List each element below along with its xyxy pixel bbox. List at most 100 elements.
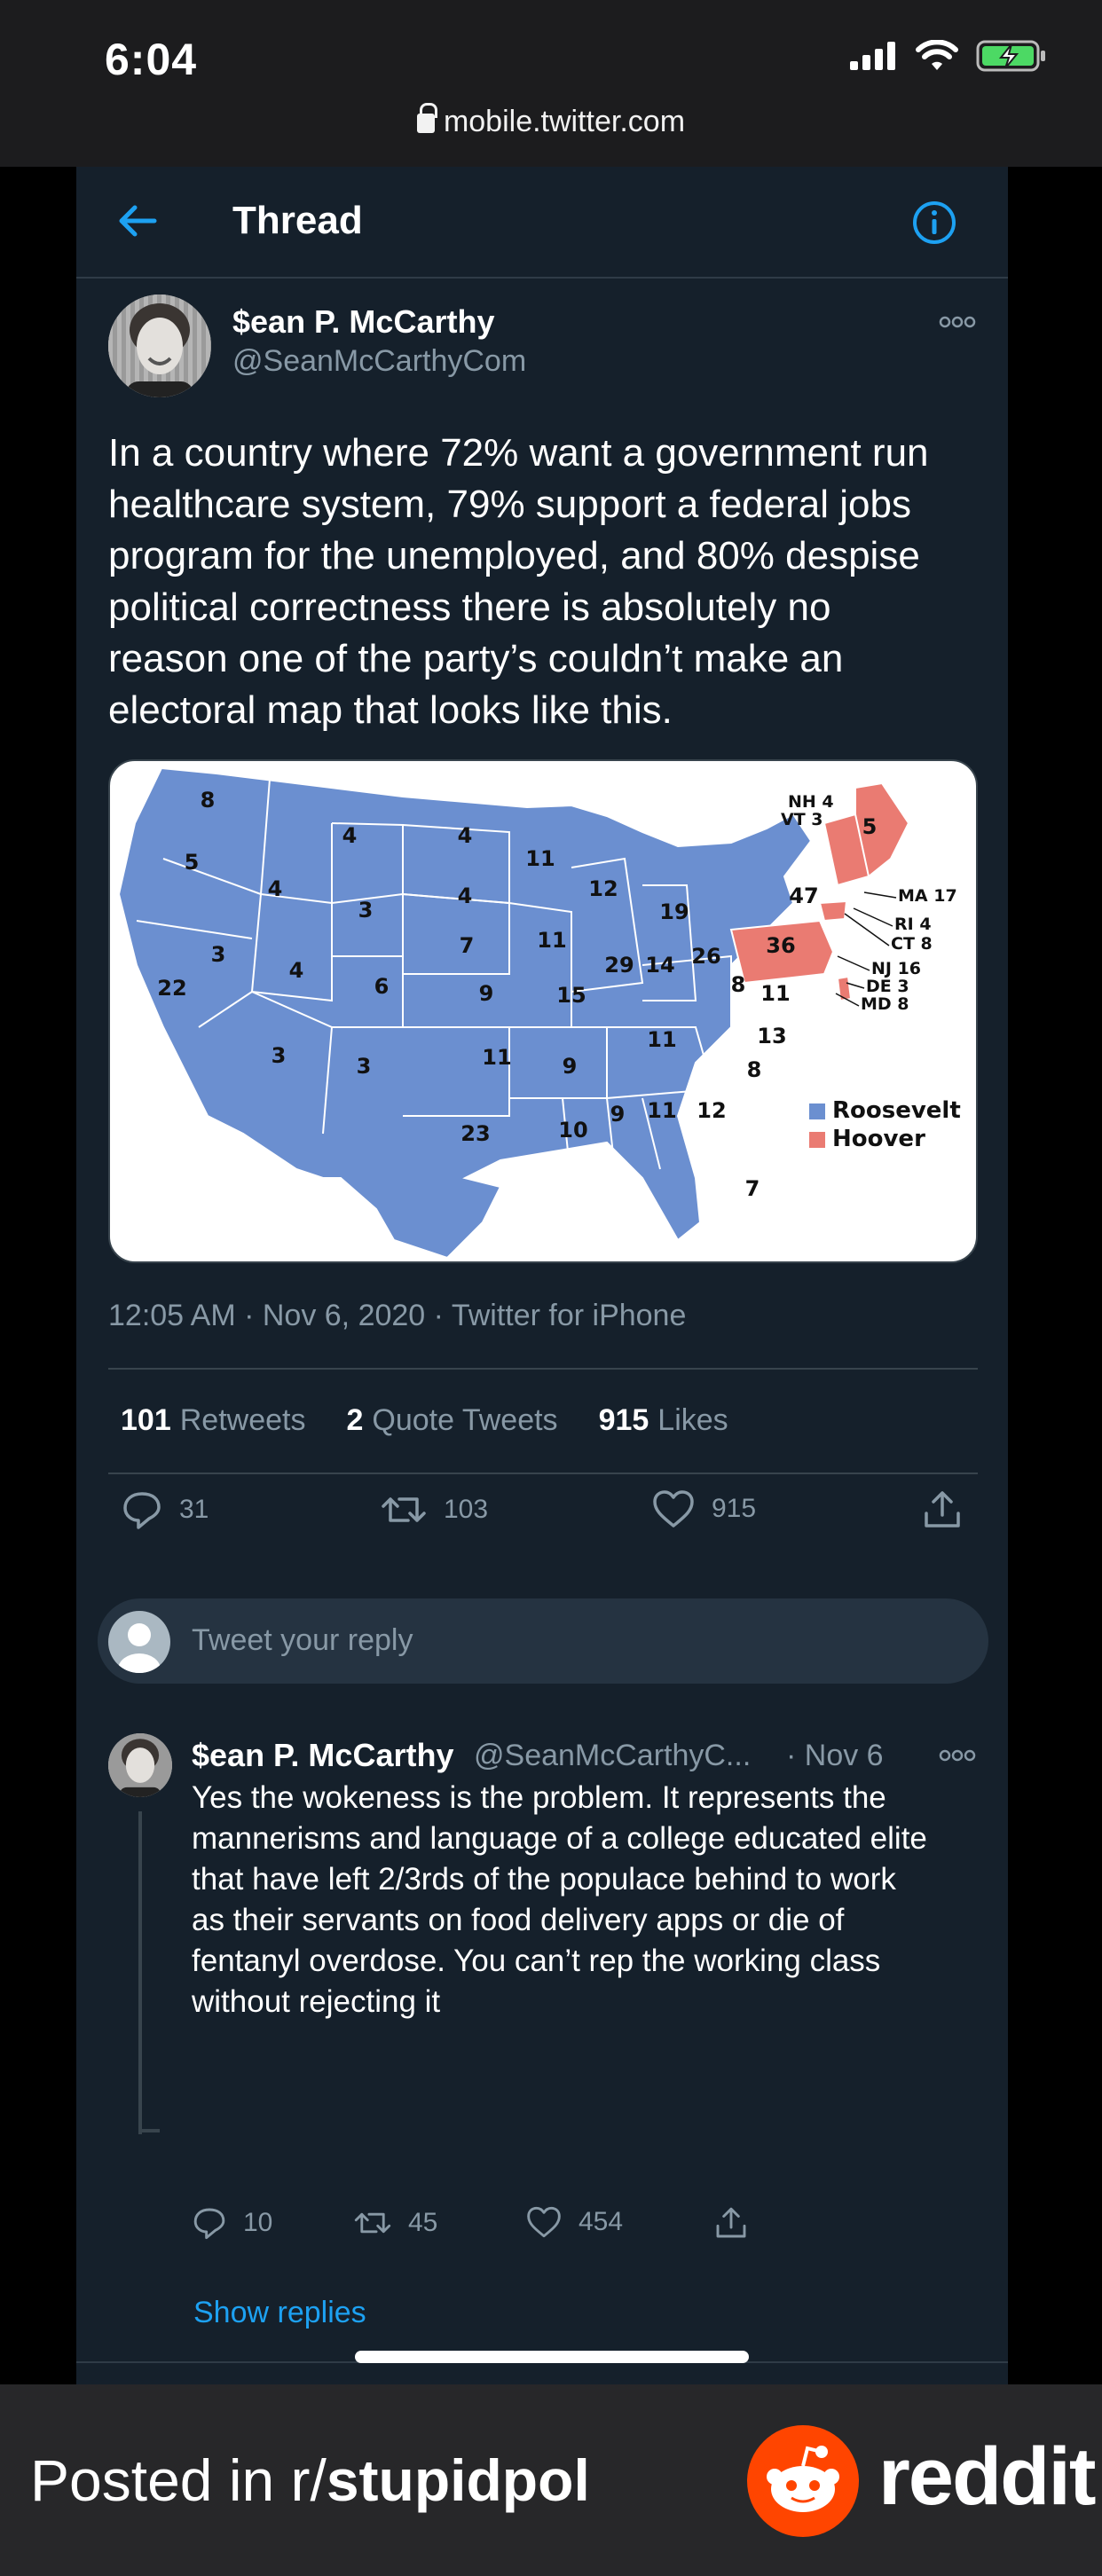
reply-author-avatar[interactable] xyxy=(108,1733,172,1797)
reply-line: fentanyl overdose. You can’t rep the wor… xyxy=(192,1944,881,1978)
back-arrow-icon[interactable] xyxy=(115,199,160,243)
map-label-de: DE 3 xyxy=(866,977,909,996)
reply-line: that have left 2/3rds of the populace be… xyxy=(192,1862,896,1897)
map-number: 14 xyxy=(645,953,674,978)
map-number: 3 xyxy=(357,1054,372,1079)
divider xyxy=(108,1368,978,1370)
map-label-nh: NH 4 xyxy=(788,792,834,812)
map-number: 9 xyxy=(563,1054,578,1079)
map-label-nj: NJ 16 xyxy=(871,959,921,978)
map-number: 4 xyxy=(342,823,358,848)
map-number: 4 xyxy=(458,823,473,848)
reply-placeholder: Tweet your reply xyxy=(192,1623,413,1657)
map-number: 3 xyxy=(358,898,374,923)
show-replies-link[interactable]: Show replies xyxy=(193,2296,366,2330)
user-avatar-placeholder xyxy=(108,1611,170,1673)
map-number: 47 xyxy=(789,884,818,908)
reply-button[interactable]: 31 xyxy=(121,1488,209,1531)
reply-line: without rejecting it xyxy=(192,1984,441,2019)
legend-swatch-roosevelt xyxy=(809,1103,825,1119)
map-number: 12 xyxy=(588,876,618,901)
status-icons xyxy=(850,39,1047,73)
reply-icon xyxy=(123,1492,161,1529)
map-number: 12 xyxy=(697,1098,726,1123)
map-number: 11 xyxy=(647,1098,676,1123)
map-number: 8 xyxy=(731,972,746,997)
tweet-image-electoral-map[interactable]: 8 4 4 11 5 4 3 4 12 19 3 4 7 11 22 6 9 1… xyxy=(108,759,978,1263)
reply-icon xyxy=(193,2208,225,2240)
tweet-line: reason one of the party’s couldn’t make … xyxy=(108,637,844,680)
url-bar[interactable]: mobile.twitter.com xyxy=(0,103,1102,139)
map-number: 9 xyxy=(610,1102,626,1127)
divider xyxy=(108,1473,978,1474)
reply-author-handle[interactable]: @SeanMcCarthyC... xyxy=(474,1739,751,1773)
home-indicator[interactable] xyxy=(355,2351,749,2363)
reply-text: Yes the wokeness is the problem. It repr… xyxy=(192,1778,972,2022)
share-icon xyxy=(716,2207,746,2238)
tweet-line: program for the unemployed, and 80% desp… xyxy=(108,534,920,577)
reply-retweet-button[interactable]: 45 xyxy=(353,2205,437,2241)
reply-author-name[interactable]: $ean P. McCarthy xyxy=(192,1737,453,1774)
map-number: 22 xyxy=(157,976,186,1001)
page-title: Thread xyxy=(232,199,363,242)
map-number: 4 xyxy=(268,876,283,901)
map-label-ri: RI 4 xyxy=(894,915,932,934)
map-number: 23 xyxy=(460,1121,490,1146)
heart-icon xyxy=(527,2206,561,2238)
reddit-snoo-icon xyxy=(747,2425,859,2537)
tweet-actions: 31 103 915 xyxy=(108,1488,978,1542)
reply-like-button[interactable]: 454 xyxy=(525,2205,623,2239)
more-options-icon[interactable] xyxy=(939,316,976,328)
info-icon[interactable] xyxy=(912,200,956,245)
map-number: 10 xyxy=(558,1118,587,1143)
map-number: 5 xyxy=(862,814,878,839)
twitter-panel: Thread $ean P. McCarthy @SeanMcCarthyCom… xyxy=(76,167,1008,2384)
retweet-button[interactable]: 103 xyxy=(380,1488,488,1531)
author-avatar[interactable] xyxy=(108,295,211,397)
author-name[interactable]: $ean P. McCarthy xyxy=(232,303,494,341)
map-number: 11 xyxy=(647,1027,676,1052)
author-handle[interactable]: @SeanMcCarthyCom xyxy=(232,344,526,379)
engagement-counts: 101 Retweets 2 Quote Tweets 915 Likes xyxy=(121,1403,728,1438)
reddit-watermark-footer: Posted in r/stupidpol reddit xyxy=(0,2384,1102,2576)
legend-hoover: Hoover xyxy=(832,1126,925,1152)
reply-share-button[interactable] xyxy=(713,2205,749,2241)
battery-charging-icon xyxy=(976,40,1045,72)
reply-more-options-icon[interactable] xyxy=(939,1749,976,1762)
retweet-icon xyxy=(354,2212,391,2234)
map-label-ma: MA 17 xyxy=(898,886,957,906)
tweet-line: electoral map that looks like this. xyxy=(108,688,673,732)
retweets-count[interactable]: 101 Retweets xyxy=(121,1403,305,1438)
map-number: 15 xyxy=(556,983,586,1008)
reply-line: as their servants on food delivery apps … xyxy=(192,1903,845,1937)
thread-connector-hook xyxy=(138,2129,160,2132)
likes-count[interactable]: 915 Likes xyxy=(599,1403,728,1438)
map-number: 3 xyxy=(211,942,226,967)
map-number: 3 xyxy=(272,1043,287,1068)
quote-tweets-count[interactable]: 2 Quote Tweets xyxy=(346,1403,557,1438)
reply-reply-button[interactable]: 10 xyxy=(192,2205,272,2241)
bottom-tab-bar xyxy=(76,2361,1008,2384)
reply-composer[interactable]: Tweet your reply xyxy=(98,1598,988,1684)
tweet-line: healthcare system, 79% support a federal… xyxy=(108,483,911,526)
tweet-timestamp: 12:05 AM · Nov 6, 2020 · Twitter for iPh… xyxy=(108,1299,687,1332)
lock-icon xyxy=(416,103,437,133)
share-button[interactable] xyxy=(921,1488,964,1531)
signal-icon xyxy=(850,42,895,70)
thread-connector xyxy=(138,1811,142,2134)
reply-line: mannerisms and language of a college edu… xyxy=(192,1821,927,1856)
map-number: 4 xyxy=(289,958,304,983)
map-number: 8 xyxy=(747,1057,762,1082)
map-number: 19 xyxy=(659,899,689,924)
reply-actions: 10 45 454 xyxy=(192,2205,813,2250)
map-number: 7 xyxy=(460,933,475,958)
legend-roosevelt: Roosevelt xyxy=(832,1097,961,1124)
map-number: 11 xyxy=(760,981,790,1006)
like-button[interactable]: 915 xyxy=(651,1488,756,1529)
tweet-text: In a country where 72% want a government… xyxy=(108,428,978,736)
thread-header: Thread xyxy=(76,167,1008,279)
map-number: 8 xyxy=(201,788,216,813)
map-number: 13 xyxy=(757,1024,786,1048)
reply-date: · Nov 6 xyxy=(786,1739,884,1772)
map-number: 6 xyxy=(374,974,390,999)
